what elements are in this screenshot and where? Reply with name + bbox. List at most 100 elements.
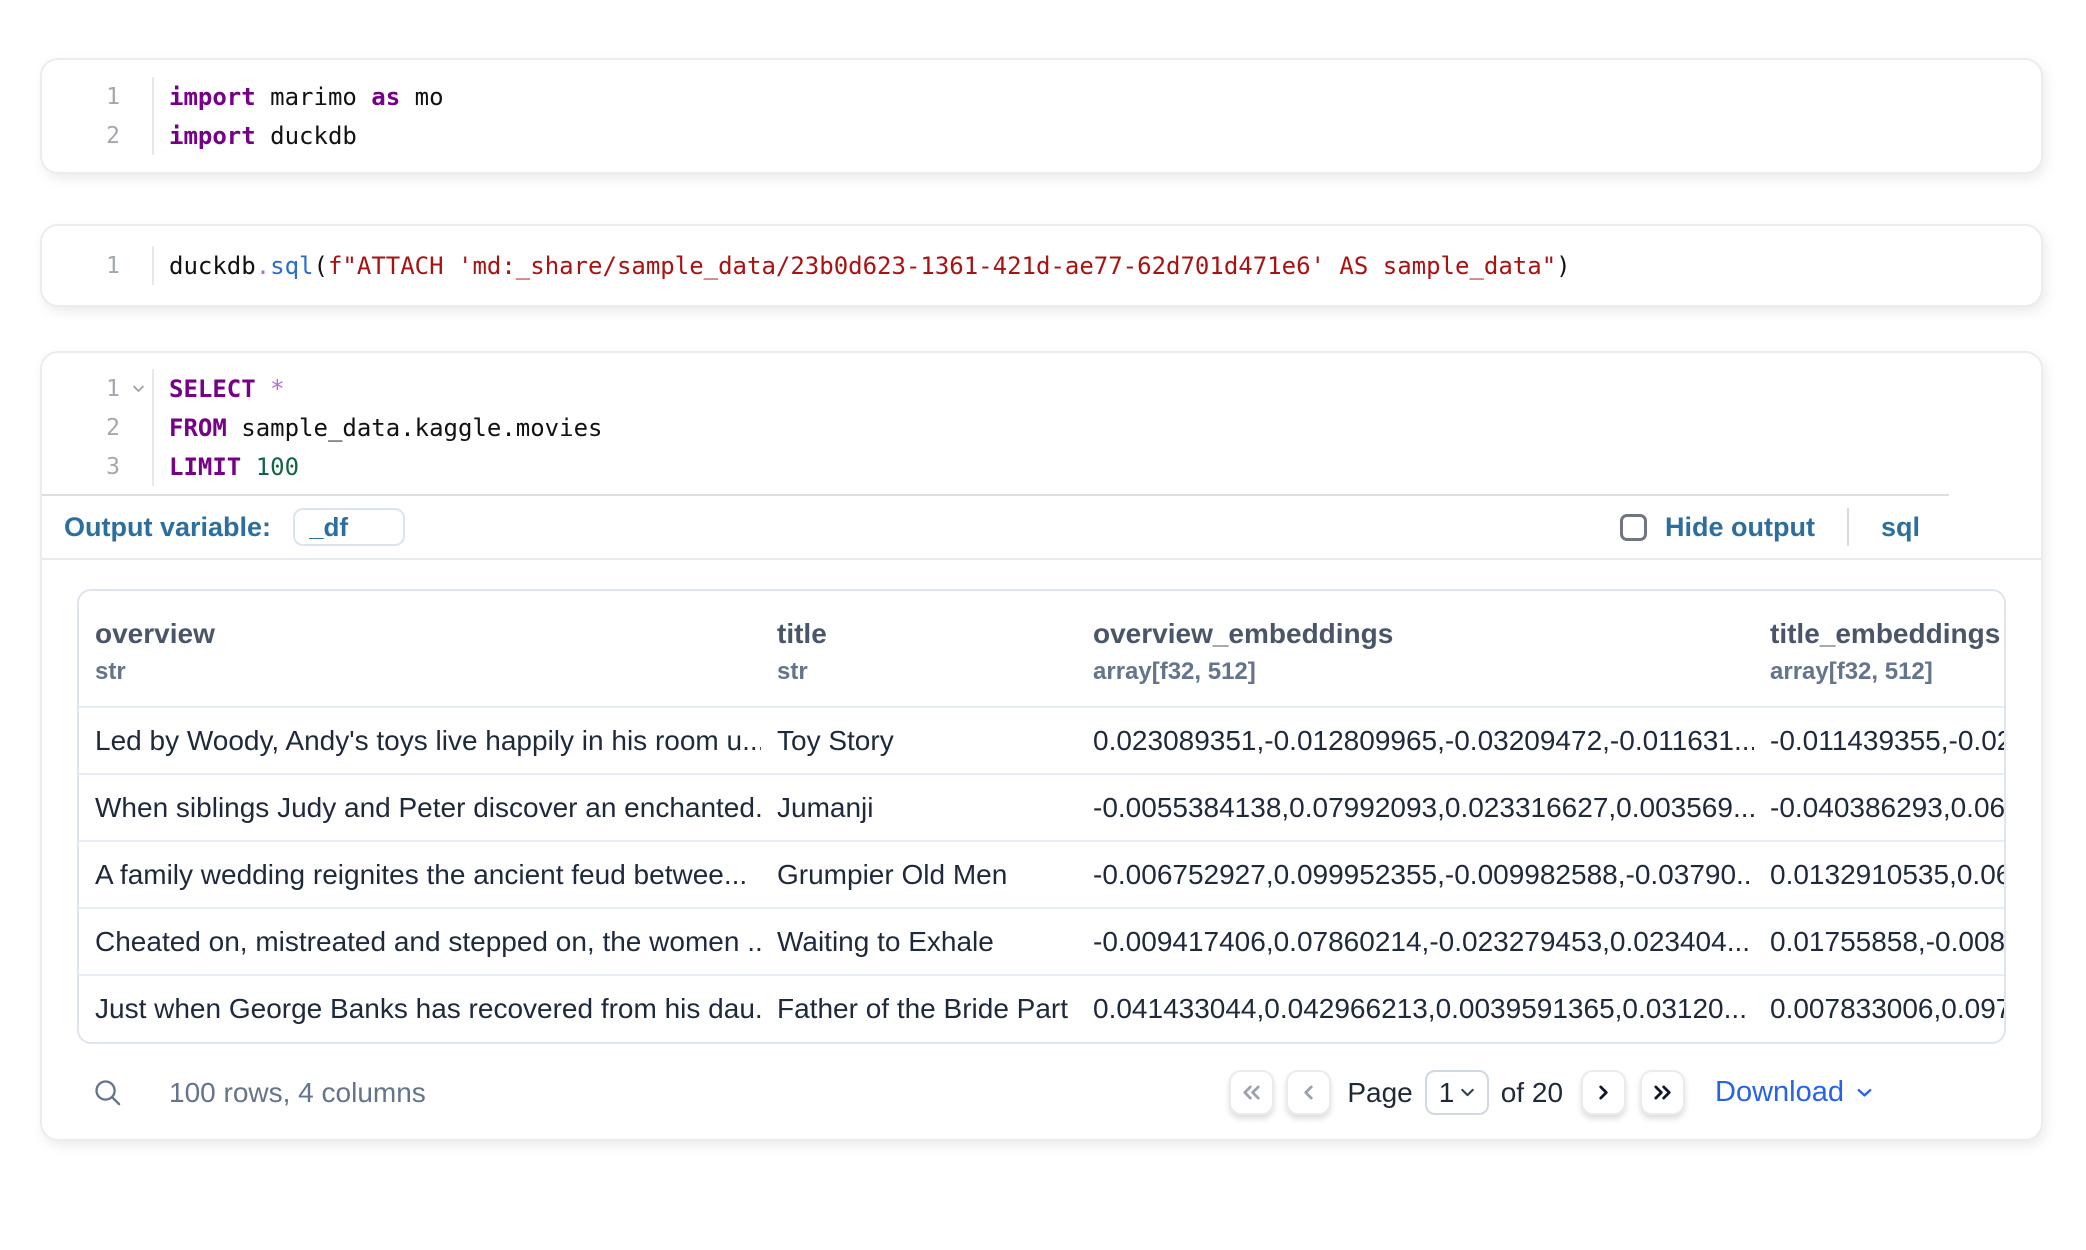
hide-output-label[interactable]: Hide output — [1665, 512, 1815, 543]
code-cell-attach: 1duckdb.sql(f"ATTACH 'md:_share/sample_d… — [40, 224, 2043, 307]
column-header-overview[interactable]: overviewstr — [79, 591, 761, 707]
code-line: 3LIMIT 100 — [42, 447, 2041, 486]
code-line: 2import duckdb — [42, 116, 2041, 155]
column-name: overview_embeddings — [1093, 617, 1738, 650]
page-label: Page — [1347, 1077, 1412, 1109]
code-editor-attach[interactable]: 1duckdb.sql(f"ATTACH 'md:_share/sample_d… — [42, 246, 2041, 285]
cell-title: Grumpier Old Men — [761, 841, 1077, 908]
column-header-title[interactable]: titlestr — [761, 591, 1077, 707]
code-line: 2FROM sample_data.kaggle.movies — [42, 408, 2041, 447]
cell-overview: Just when George Banks has recovered fro… — [79, 975, 761, 1042]
code-token: duckdb — [256, 122, 357, 150]
code-editor-sql[interactable]: 1SELECT *2FROM sample_data.kaggle.movies… — [42, 369, 2041, 486]
search-icon[interactable] — [92, 1077, 123, 1108]
code-line: 1SELECT * — [42, 369, 2041, 408]
code-token: sql — [270, 252, 313, 280]
cell-title_embeddings: 0.0132910535,0.06958 — [1754, 841, 2004, 908]
cell-title_embeddings: 0.01755858,-0.00862866 — [1754, 908, 2004, 975]
data-table: overviewstrtitlestr overview_embeddingsar… — [77, 589, 2006, 1044]
code-token: SELECT — [169, 375, 256, 403]
column-dtype: str — [777, 658, 1061, 686]
page-select[interactable]: 1 — [1425, 1070, 1489, 1115]
cell-overview_embeddings: 0.023089351,-0.012809965,-0.03209472,-0.… — [1077, 707, 1754, 774]
table-row: When siblings Judy and Peter discover an… — [79, 774, 2004, 841]
table-row: Just when George Banks has recovered fro… — [79, 975, 2004, 1042]
line-number: 1 — [42, 369, 154, 408]
table-row: Cheated on, mistreated and stepped on, t… — [79, 908, 2004, 975]
page-total-label: of 20 — [1501, 1077, 1563, 1109]
cell-overview_embeddings: -0.006752927,0.099952355,-0.009982588,-0… — [1077, 841, 1754, 908]
fold-chevron-icon[interactable] — [131, 381, 146, 396]
code-token: mo — [400, 83, 443, 111]
prev-page-button[interactable] — [1286, 1070, 1331, 1115]
code-token — [241, 453, 255, 481]
chevron-left-icon — [1295, 1079, 1322, 1106]
code-line: 1import marimo as mo — [42, 77, 2041, 116]
chevron-down-icon — [1853, 1081, 1876, 1104]
column-dtype: array[f32, 512] — [1770, 658, 1988, 686]
cell-overview: A family wedding reignites the ancient f… — [79, 841, 761, 908]
chevrons-right-icon — [1649, 1079, 1676, 1106]
code-token: * — [270, 375, 284, 403]
column-dtype: str — [95, 658, 745, 686]
code-text: import duckdb — [154, 116, 357, 155]
cell-overview: Led by Woody, Andy's toys live happily i… — [79, 707, 761, 774]
code-editor-imports[interactable]: 1import marimo as mo2import duckdb — [42, 77, 2041, 155]
cell-title: Father of the Bride Part II — [761, 975, 1077, 1042]
code-token: FROM — [169, 414, 227, 442]
next-page-button[interactable] — [1581, 1070, 1626, 1115]
sql-cell: 1SELECT *2FROM sample_data.kaggle.movies… — [40, 351, 2043, 1141]
code-token: f"ATTACH 'md:_share/sample_data/23b0d623… — [328, 252, 1556, 280]
code-text: import marimo as mo — [154, 77, 444, 116]
cell-output: overviewstrtitlestr overview_embeddingsar… — [42, 560, 2041, 1139]
cell-title: Jumanji — [761, 774, 1077, 841]
code-token: sample_data.kaggle.movies — [227, 414, 603, 442]
cell-title: Toy Story — [761, 707, 1077, 774]
vertical-divider — [1847, 508, 1849, 546]
code-token: import — [169, 122, 256, 150]
code-token: marimo — [256, 83, 372, 111]
page-select-value: 1 — [1439, 1077, 1455, 1109]
code-line: 1duckdb.sql(f"ATTACH 'md:_share/sample_d… — [42, 246, 2041, 285]
code-text: FROM sample_data.kaggle.movies — [154, 408, 602, 447]
hide-output-checkbox[interactable] — [1620, 514, 1647, 541]
first-page-button[interactable] — [1229, 1070, 1274, 1115]
pagination: Page 1 of 20 Download — [1229, 1070, 1876, 1115]
column-dtype: array[f32, 512] — [1093, 658, 1738, 686]
language-badge[interactable]: sql — [1881, 512, 1920, 543]
code-token: LIMIT — [169, 453, 241, 481]
table-header-row: overviewstrtitlestr overview_embeddingsar… — [79, 591, 2004, 707]
code-token: . — [256, 252, 270, 280]
cell-overview_embeddings: -0.0055384138,0.07992093,0.023316627,0.0… — [1077, 774, 1754, 841]
download-button[interactable]: Download — [1715, 1076, 1876, 1109]
code-cell-imports: 1import marimo as mo2import duckdb — [40, 58, 2043, 174]
line-number: 3 — [42, 447, 154, 486]
column-header-overview_embeddings[interactable]: overview_embeddings array[f32, 512] — [1077, 591, 1754, 707]
output-variable-input[interactable] — [293, 508, 405, 546]
row-count-summary: 100 rows, 4 columns — [169, 1077, 426, 1109]
cell-overview: When siblings Judy and Peter discover an… — [79, 774, 761, 841]
column-header-title_embeddings[interactable]: title_embeddings array[f32, 512] — [1754, 591, 2004, 707]
code-text: SELECT * — [154, 369, 285, 408]
code-text: duckdb.sql(f"ATTACH 'md:_share/sample_da… — [154, 246, 1571, 285]
code-token: import — [169, 83, 256, 111]
cell-overview: Cheated on, mistreated and stepped on, t… — [79, 908, 761, 975]
line-number: 2 — [42, 408, 154, 447]
last-page-button[interactable] — [1640, 1070, 1685, 1115]
sql-cell-footer-bar: Output variable: Hide output sql — [42, 496, 2041, 558]
code-token: as — [371, 83, 400, 111]
cell-title_embeddings: 0.007833006,0.097801 — [1754, 975, 2004, 1042]
code-text: LIMIT 100 — [154, 447, 299, 486]
line-number: 1 — [42, 77, 154, 116]
line-number: 2 — [42, 116, 154, 155]
code-token: ) — [1556, 252, 1570, 280]
table-row: A family wedding reignites the ancient f… — [79, 841, 2004, 908]
cell-title_embeddings: -0.040386293,0.0684511 — [1754, 774, 2004, 841]
cell-title_embeddings: -0.011439355,-0.027525 — [1754, 707, 2004, 774]
table-row: Led by Woody, Andy's toys live happily i… — [79, 707, 2004, 774]
cell-title: Waiting to Exhale — [761, 908, 1077, 975]
chevrons-left-icon — [1238, 1079, 1265, 1106]
line-number: 1 — [42, 246, 154, 285]
column-name: title_embeddings — [1770, 617, 1988, 650]
table-footer: 100 rows, 4 columns Page 1 of 20 — [77, 1044, 2006, 1139]
